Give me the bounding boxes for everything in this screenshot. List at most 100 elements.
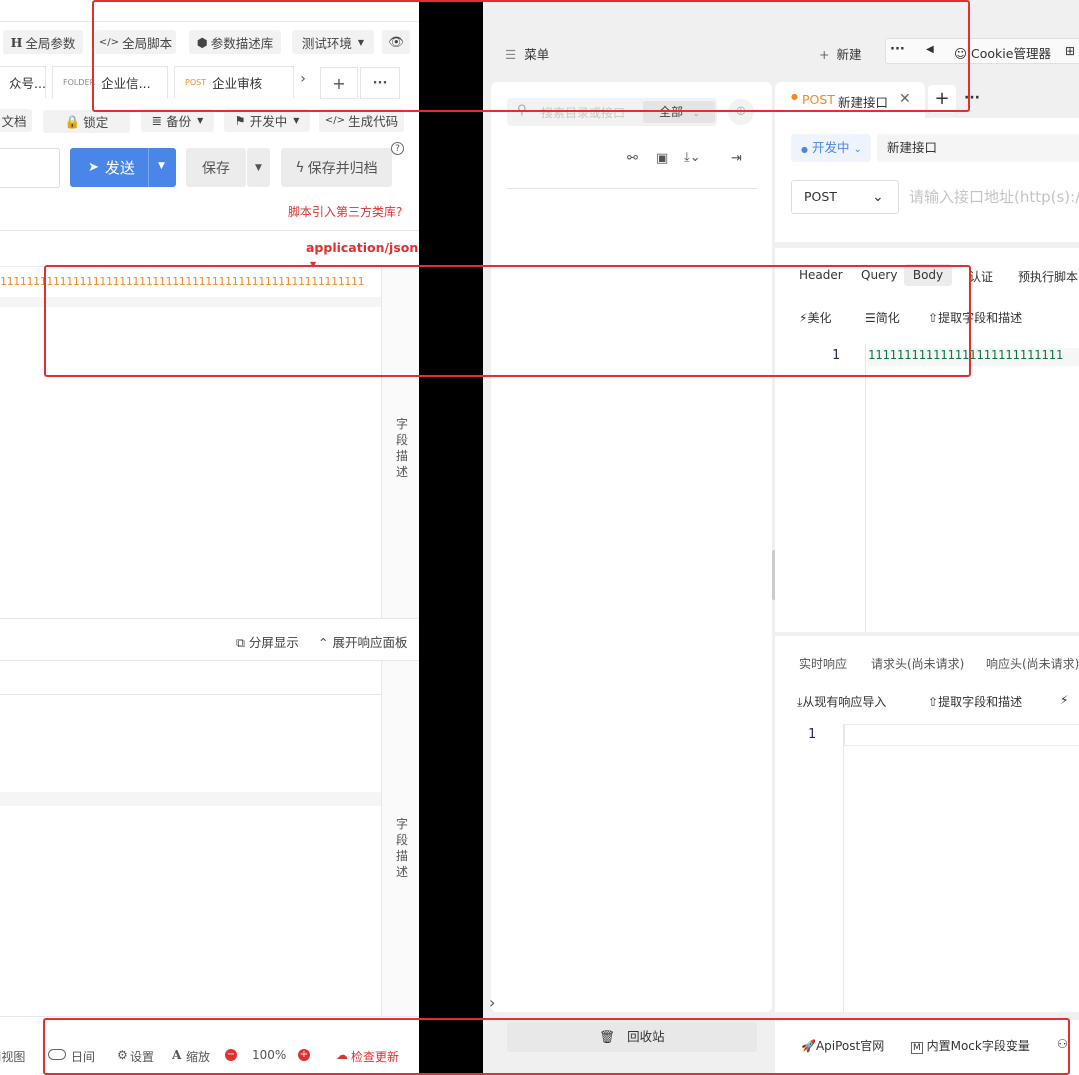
send-button[interactable]: ➤ 发送 ▼ — [70, 148, 176, 187]
doc-button[interactable]: 文档 — [0, 109, 32, 132]
add-tab-button[interactable]: + — [320, 67, 358, 99]
editor-gutter — [0, 792, 381, 806]
menu-icon: ☰ — [505, 47, 517, 62]
caret-left-icon[interactable]: ◀ — [926, 44, 934, 55]
backup-button[interactable]: ≣ 备份 ▼ — [141, 109, 214, 132]
beautify-button[interactable]: ⚡美化 — [799, 309, 831, 326]
resp-field-desc-panel[interactable]: 字段描述 — [381, 661, 419, 1016]
tab-realtime-response[interactable]: 实时响应 — [799, 655, 847, 672]
env-select[interactable]: 测试环境 ▼ — [292, 30, 374, 54]
global-script-button[interactable]: </> 全局脚本 — [95, 30, 176, 54]
locate-icon[interactable]: ⊕ — [728, 99, 754, 125]
search-box[interactable]: ⚲ 搜索目录或接口 全部 ⌄ — [507, 98, 717, 126]
new-button[interactable]: + 新建 — [819, 44, 861, 63]
extract-button[interactable]: ⇧提取字段和描述 — [928, 693, 1022, 710]
send-icon: ➤ — [88, 160, 99, 175]
chevron-up-icon: ⌃ — [318, 635, 329, 650]
more-icon[interactable]: ··· — [890, 42, 905, 57]
tab-header[interactable]: Header — [799, 268, 843, 282]
request-header-card: ● 开发中 ⌄ 新建接口 POST ⌄ 请输入接口地址(http(s):// — [775, 118, 1079, 242]
simplify-label: 简化 — [875, 311, 900, 325]
save-label: 保存 — [202, 160, 230, 177]
api-name-value: 新建接口 — [887, 140, 938, 155]
tab-auth[interactable]: 认证 — [969, 268, 993, 285]
view-toggle[interactable]: i视图 — [0, 1048, 25, 1065]
url-input[interactable]: 请输入接口地址(http(s):// — [909, 180, 1079, 214]
gear-icon: ⚙ — [117, 1048, 128, 1062]
code-icon: </> — [98, 36, 120, 48]
api-tab[interactable]: ● POST 新建接口 ✕ — [775, 82, 925, 118]
collapse-chevron-icon[interactable]: › — [489, 993, 495, 1012]
import-icon[interactable]: ⊞ — [1065, 44, 1075, 58]
search-scope-select[interactable]: 全部 ⌄ — [643, 101, 715, 123]
lock-button[interactable]: 🔒 锁定 — [43, 110, 130, 133]
search-input[interactable]: 搜索目录或接口 — [541, 104, 625, 121]
tab-pre-script[interactable]: 预执行脚本 — [1018, 268, 1078, 285]
tab-item[interactable]: POST 企业审核 — [174, 66, 294, 98]
backup-label: 备份 — [166, 114, 192, 129]
url-input[interactable] — [0, 148, 60, 188]
global-script-label: 全局脚本 — [122, 35, 173, 51]
close-icon[interactable]: ✕ — [899, 91, 911, 107]
mock-vars-link[interactable]: M 内置Mock字段变量 — [911, 1037, 1030, 1054]
line-number: 1 — [808, 727, 816, 742]
add-node-icon[interactable]: ⚯ — [627, 151, 638, 166]
cookie-manager-label: Cookie管理器 — [971, 46, 1051, 61]
eye-button[interactable]: 👁 — [382, 30, 410, 54]
cookie-manager-button[interactable]: ☺ Cookie管理器 — [954, 43, 1051, 62]
new-folder-icon[interactable]: ▣ — [656, 151, 668, 166]
tab-item[interactable]: FOLDER 企业信... — [52, 66, 168, 98]
import-response-button[interactable]: ⤓从现有响应导入 — [797, 693, 886, 710]
expand-resp-label: 展开响应面板 — [332, 635, 408, 650]
api-name-input[interactable]: 新建接口 — [877, 134, 1079, 162]
tab-query[interactable]: Query — [861, 268, 897, 282]
method-select[interactable]: POST ⌄ — [791, 180, 899, 214]
tab-body[interactable]: Body — [904, 264, 952, 286]
cloud-icon: ☁ — [336, 1048, 348, 1062]
add-tab-button[interactable]: + — [928, 85, 956, 113]
divider — [507, 188, 757, 189]
more-icon[interactable]: ··· — [964, 90, 980, 106]
third-party-lib-link[interactable]: 脚本引入第三方类库? — [288, 203, 402, 220]
check-update-button[interactable]: 检查更新 — [351, 1048, 399, 1065]
zoom-in-icon[interactable]: + — [298, 1049, 310, 1061]
simplify-button[interactable]: ☰简化 — [865, 309, 900, 326]
status-select[interactable]: ● 开发中 ⌄ — [791, 134, 871, 162]
split-view-button[interactable]: ⧉ 分屏显示 — [236, 632, 299, 651]
gen-code-button[interactable]: </> 生成代码 — [319, 109, 404, 132]
chevron-right-icon[interactable]: › — [295, 70, 311, 88]
extract-button[interactable]: ⇧提取字段和描述 — [928, 309, 1022, 326]
save-archive-button[interactable]: ϟ 保存并归档 — [281, 148, 392, 187]
settings-button[interactable]: 设置 — [130, 1048, 154, 1065]
param-lib-button[interactable]: ⬢ 参数描述库 — [189, 30, 281, 54]
menu-label: 菜单 — [524, 47, 550, 62]
user-icon[interactable]: ⚇ — [1057, 1037, 1068, 1051]
mock-icon: M — [911, 1042, 923, 1054]
body-editor[interactable]: 1111111111111111111111111111111111111111… — [0, 266, 381, 618]
indent-icon[interactable]: ⇥ — [731, 151, 742, 166]
tab-item[interactable]: 众号... — [0, 66, 46, 98]
zoom-level: 100% — [252, 1048, 287, 1062]
toggle-icon[interactable] — [48, 1049, 66, 1060]
tab-request-headers[interactable]: 请求头(尚未请求) — [871, 655, 964, 672]
expand-resp-button[interactable]: ⌃ 展开响应面板 — [318, 632, 407, 651]
body-code-editor[interactable]: 111111111111111111111111111 — [865, 344, 1079, 632]
field-desc-panel[interactable]: 字段描述 — [381, 266, 419, 618]
divider — [0, 660, 419, 661]
site-link[interactable]: 🚀ApiPost官网 — [801, 1037, 884, 1054]
response-code-editor[interactable] — [843, 724, 1079, 1012]
wand-icon[interactable]: ⚡ — [1060, 693, 1068, 707]
global-params-button[interactable]: H 全局参数 — [3, 30, 83, 54]
mock-label: 内置Mock字段变量 — [926, 1039, 1030, 1053]
help-icon[interactable]: ? — [391, 142, 404, 155]
dev-status-button[interactable]: ⚑ 开发中 ▼ — [224, 109, 310, 132]
recycle-bin-button[interactable]: 🗑 回收站 — [507, 1022, 757, 1052]
menu-button[interactable]: ☰ 菜单 — [505, 44, 549, 63]
save-button[interactable]: 保存 — [186, 148, 246, 187]
download-icon[interactable]: ⤓⌄ — [684, 150, 701, 165]
tab-response-headers[interactable]: 响应头(尚未请求) — [986, 655, 1079, 672]
more-icon[interactable]: ··· — [360, 67, 400, 99]
trash-icon: 🗑 — [599, 1029, 616, 1044]
zoom-out-icon[interactable]: − — [225, 1049, 237, 1061]
save-dropdown[interactable]: ▼ — [247, 148, 270, 187]
